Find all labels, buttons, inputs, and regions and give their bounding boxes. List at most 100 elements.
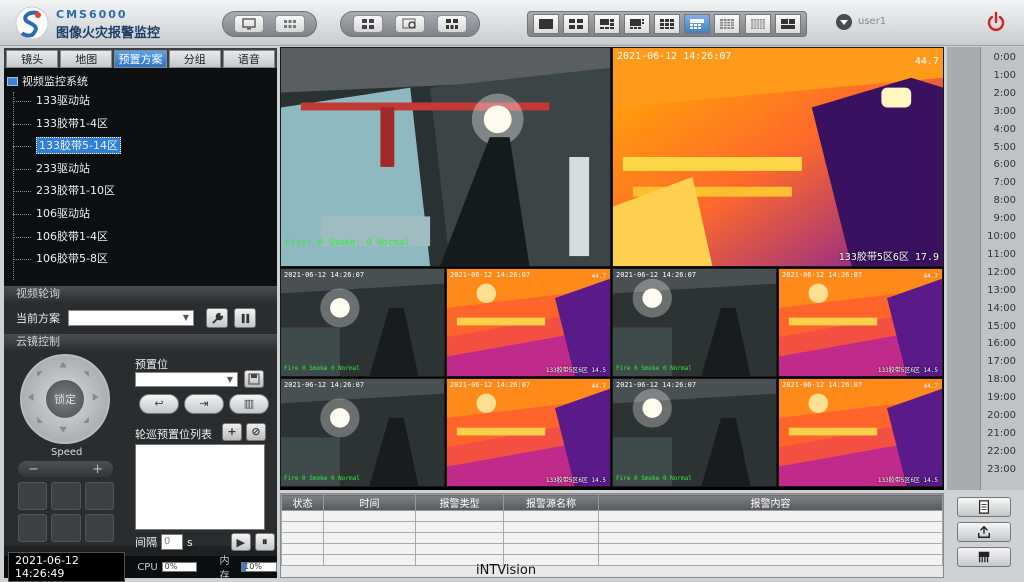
- table-row[interactable]: [281, 543, 943, 555]
- table-cell: [281, 510, 324, 522]
- table-cell: [281, 532, 324, 544]
- table-row[interactable]: [281, 554, 943, 566]
- goto-preset-button[interactable]: ↩: [139, 394, 179, 414]
- layout-4-button[interactable]: [563, 14, 590, 34]
- pause-patrol-button[interactable]: [234, 308, 256, 328]
- interval-input[interactable]: 0: [161, 534, 183, 550]
- alarm-col-header[interactable]: 报警源名称: [503, 494, 599, 511]
- table-cell: [281, 554, 324, 566]
- tree-item[interactable]: 106胶带1-4区: [4, 226, 277, 249]
- max-temperature: 44.7: [923, 383, 938, 390]
- save-preset-button[interactable]: [244, 370, 264, 388]
- zoom-in-button[interactable]: [18, 482, 48, 510]
- max-temperature: 44.7: [591, 273, 606, 280]
- set-preset-button[interactable]: ⇥: [184, 394, 224, 414]
- left-tabs: 镜头 地图 预置方案 分组 语音: [4, 48, 277, 68]
- tree-item[interactable]: 133胶带1-4区: [4, 113, 277, 136]
- layout-8-button[interactable]: [623, 14, 650, 34]
- pause-icon: [241, 313, 249, 323]
- ptz-direction-pad[interactable]: 锁定: [20, 354, 110, 444]
- tree-item[interactable]: 233驱动站: [4, 158, 277, 181]
- remove-cruise-button[interactable]: ⊘: [246, 423, 266, 441]
- alarm-col-header[interactable]: 时间: [323, 494, 416, 511]
- tab-0[interactable]: 镜头: [6, 50, 59, 68]
- layout-16-button[interactable]: [714, 14, 741, 34]
- tree-item[interactable]: 233胶带1-10区: [4, 180, 277, 203]
- username[interactable]: user1: [858, 16, 886, 27]
- play-cruise-button[interactable]: ▶: [230, 533, 251, 551]
- layout-custom-button[interactable]: [774, 14, 801, 34]
- monitor-view-button[interactable]: [234, 15, 265, 33]
- lock-button[interactable]: 锁定: [45, 379, 85, 419]
- table-cell: [503, 543, 599, 555]
- cruise-list[interactable]: [135, 444, 265, 530]
- layout-6-button[interactable]: [593, 14, 620, 34]
- alarm-col-header[interactable]: 报警类型: [415, 494, 504, 511]
- video-cell-7[interactable]: 2021-06-12 14:26:07 Fire 0 Smoke 0 Normal: [280, 378, 445, 487]
- table-row[interactable]: [281, 532, 943, 544]
- table-row[interactable]: [281, 521, 943, 533]
- tab-3[interactable]: 分组: [168, 50, 221, 68]
- speed-minus-button[interactable]: −: [28, 462, 39, 477]
- timeline-strip[interactable]: [947, 47, 981, 490]
- tree-item[interactable]: 106胶带5-8区: [4, 248, 277, 271]
- video-cell-3[interactable]: 2021-06-12 14:26:07 Fire 0 Smoke 0 Normal: [280, 268, 445, 377]
- speed-plus-button[interactable]: +: [92, 462, 103, 477]
- video-cell-4[interactable]: 2021-06-12 14:26:07 133胶带5区6区 14.5 44.7: [446, 268, 611, 377]
- tab-2[interactable]: 预置方案: [114, 50, 167, 68]
- keypad-view-button[interactable]: [274, 15, 305, 33]
- tree-item[interactable]: 133驱动站: [4, 90, 277, 113]
- speed-control[interactable]: − +: [18, 461, 113, 477]
- layout-manage-button[interactable]: [353, 15, 383, 33]
- timeline-hour: 5:00: [993, 141, 1016, 153]
- iris-close-button[interactable]: [84, 514, 114, 542]
- report-button[interactable]: [957, 497, 1011, 517]
- alarm-col-header[interactable]: 状态: [281, 494, 324, 511]
- delete-preset-button[interactable]: ▥: [229, 394, 269, 414]
- current-plan-select[interactable]: ▼: [68, 310, 194, 326]
- layout-12-button[interactable]: [684, 14, 711, 34]
- plan-settings-button[interactable]: [206, 308, 228, 328]
- layout-9-button[interactable]: [653, 14, 680, 34]
- video-cell-2[interactable]: 2021-06-12 14:26:07 44.7 133胶带5区6区 17.9: [612, 47, 944, 267]
- video-cell-1[interactable]: Fire: 0 Smoke: 0 Normal: [280, 47, 611, 267]
- video-cell-6[interactable]: 2021-06-12 14:26:07 133胶带5区6区 14.5 44.7: [778, 268, 943, 377]
- video-cell-9[interactable]: 2021-06-12 14:26:07 Fire 0 Smoke 0 Normal: [612, 378, 777, 487]
- add-cruise-button[interactable]: +: [222, 423, 242, 441]
- video-cell-10[interactable]: 2021-06-12 14:26:07 133胶带5区6区 14.5 44.7: [778, 378, 943, 487]
- video-cell-5[interactable]: 2021-06-12 14:26:07 Fire 0 Smoke 0 Normal: [612, 268, 777, 377]
- timeline-hour: 4:00: [993, 123, 1016, 135]
- focus-far-button[interactable]: [51, 514, 81, 542]
- clear-button[interactable]: [957, 547, 1011, 567]
- power-icon[interactable]: [985, 11, 1007, 33]
- tab-4[interactable]: 语音: [222, 50, 276, 68]
- tree-root[interactable]: 视频监控系统: [4, 72, 277, 90]
- timeline-hour: 17:00: [987, 356, 1016, 368]
- focus-button[interactable]: [51, 482, 81, 510]
- layout-25-button[interactable]: [744, 14, 771, 34]
- video-cell-8[interactable]: 2021-06-12 14:26:07 133胶带5区6区 14.5 44.7: [446, 378, 611, 487]
- playback-search-button[interactable]: [395, 15, 425, 33]
- config-icon: [446, 19, 458, 29]
- tab-1[interactable]: 地图: [60, 50, 113, 68]
- table-row[interactable]: [281, 510, 943, 522]
- zoom-out-button[interactable]: [18, 514, 48, 542]
- alarm-col-header[interactable]: 报警内容: [598, 494, 943, 511]
- camera-caption: 133胶带5区6区 14.5: [877, 477, 938, 484]
- cruise-list-label: 轮巡预置位列表: [135, 428, 212, 441]
- timeline-hour: 15:00: [987, 320, 1016, 332]
- tree-item[interactable]: 133胶带5-14区: [4, 135, 277, 158]
- stop-cruise-button[interactable]: ⏸: [254, 533, 275, 551]
- timeline-hour: 6:00: [993, 159, 1016, 171]
- timeline-hour: 18:00: [987, 374, 1016, 386]
- layout-1-button[interactable]: [533, 14, 560, 34]
- table-cell: [415, 532, 504, 544]
- export-button[interactable]: [957, 522, 1011, 542]
- user-menu-chevron-icon[interactable]: [836, 14, 852, 30]
- table-cell: [503, 532, 599, 544]
- iris-button[interactable]: [84, 482, 114, 510]
- timeline-hour: 20:00: [987, 410, 1016, 421]
- preset-select[interactable]: ▼: [135, 372, 238, 387]
- tree-item[interactable]: 106驱动站: [4, 203, 277, 226]
- config-button[interactable]: [437, 15, 467, 33]
